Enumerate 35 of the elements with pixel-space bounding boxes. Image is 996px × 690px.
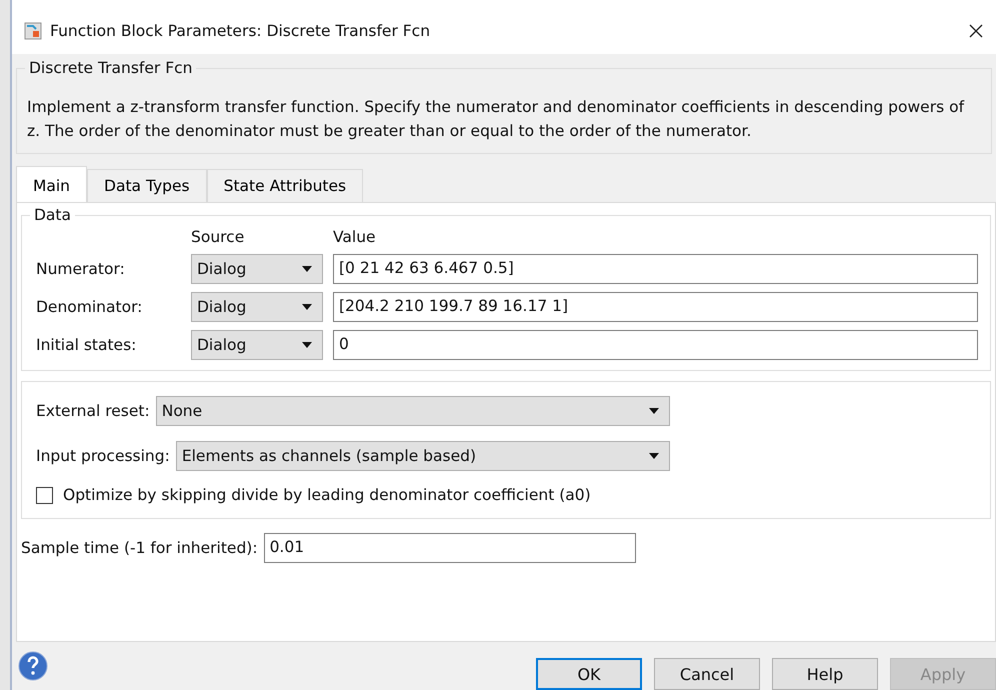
tab[interactable]: State Attributes [206, 169, 364, 202]
source-dropdown[interactable]: Dialog [191, 254, 323, 284]
dialog-button[interactable]: Help [772, 658, 878, 690]
dialog-button[interactable]: OK [536, 658, 642, 690]
caret-icon [302, 304, 312, 310]
column-header: Source [191, 228, 246, 246]
help-icon[interactable] [18, 651, 48, 681]
caret-icon [649, 453, 659, 459]
option-label: External reset: [36, 402, 150, 420]
source-dropdown[interactable]: Dialog [191, 292, 323, 322]
option-dropdown[interactable]: Elements as channels (sample based) [176, 441, 670, 471]
value-field[interactable]: [0 21 42 63 6.467 0.5] [333, 254, 978, 284]
source-dropdown[interactable]: Dialog [191, 330, 323, 360]
parameter-label: Denominator: [36, 298, 144, 316]
tab[interactable]: Data Types [87, 169, 207, 202]
caret-icon [302, 342, 312, 348]
description-text: Implement a z-transform transfer function. Specify the numerator and denominator coefficients in descending powers of z. The order of the denominator must be greater than or equal to the order of the numerator. [27, 97, 966, 142]
tab[interactable]: Main [16, 166, 88, 202]
parameter-label: Numerator: [36, 260, 126, 278]
option-label: Input processing: [36, 447, 170, 465]
value-field[interactable]: [204.2 210 199.7 89 16.17 1] [333, 292, 978, 322]
column-header: Value [333, 228, 377, 246]
caret-icon [302, 266, 312, 272]
parameter-label: Sample time (-1 for inherited): [21, 539, 258, 557]
option-dropdown[interactable]: None [156, 396, 670, 426]
sample-time-field[interactable]: 0.01 [264, 533, 636, 563]
checkbox[interactable] [36, 486, 53, 504]
checkbox-label: Optimize by skipping divide by leading denominator coefficient (a0) [63, 486, 591, 504]
dialog-button[interactable]: Cancel [654, 658, 760, 690]
parameter-label: Initial states: [36, 336, 138, 354]
value-field[interactable]: 0 [333, 330, 978, 360]
close-icon [968, 23, 984, 39]
caret-icon [649, 408, 659, 414]
window-title: Function Block Parameters: Discrete Transfer Fcn [50, 22, 432, 40]
block-icon [24, 22, 42, 40]
